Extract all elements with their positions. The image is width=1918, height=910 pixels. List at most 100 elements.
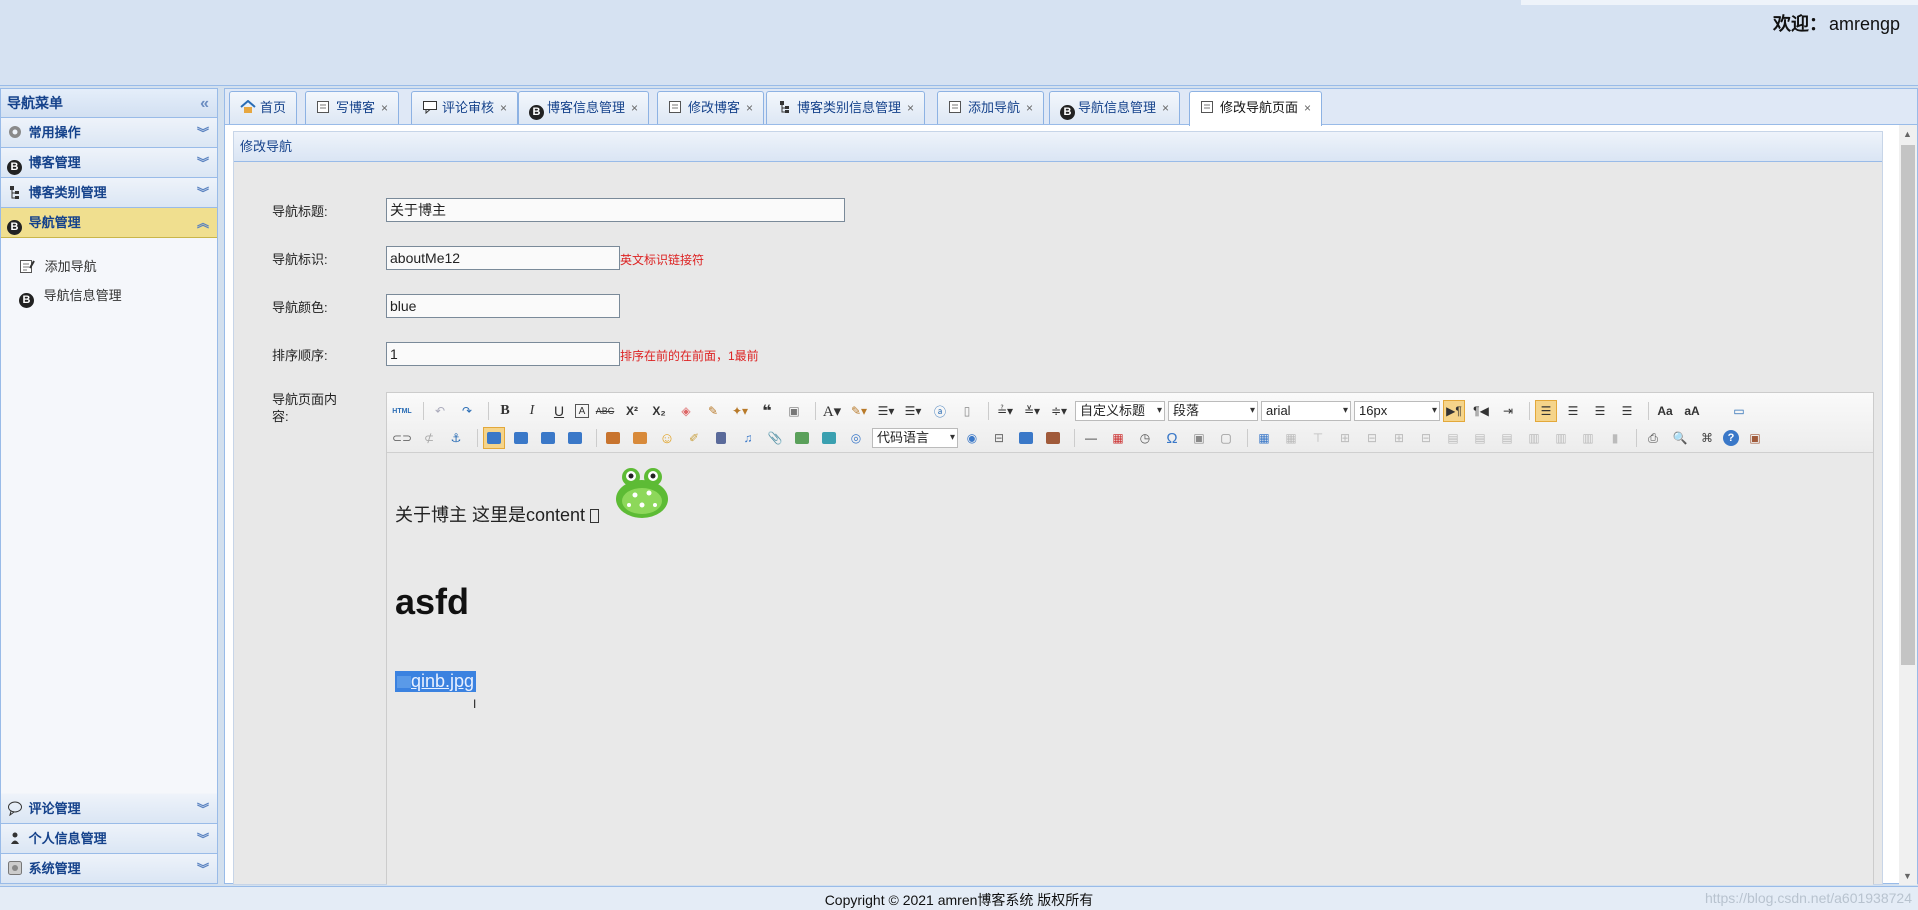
indent-icon[interactable]: ⇥ [1497,400,1519,422]
paragraph-select[interactable]: 段落 [1168,401,1258,421]
tab-edit-blog[interactable]: 修改博客 × [657,91,765,124]
image-right-icon[interactable] [537,427,559,449]
select-all-icon[interactable]: ⓐ [929,400,951,422]
format-brush-icon[interactable]: ✎ [702,400,724,422]
background-icon[interactable] [1042,427,1064,449]
font-family-select[interactable]: arial [1261,401,1351,421]
rtl-direction-icon[interactable]: ¶◀ [1470,400,1492,422]
map-icon[interactable] [791,427,813,449]
vertical-scrollbar[interactable]: ▲ ▼ [1899,125,1917,885]
insert-image-icon[interactable] [629,427,651,449]
superscript-icon[interactable]: X² [621,400,643,422]
content-image-link[interactable]: qinb.jpg [395,671,477,692]
word-image-icon[interactable]: ▣ [1188,427,1210,449]
special-chars-icon[interactable]: Ω [1161,427,1183,449]
close-icon[interactable]: × [1026,101,1033,115]
sidebar-section-blog-category[interactable]: 博客类别管理 ︾ [1,178,217,208]
preview-icon[interactable]: 🔍 [1669,427,1691,449]
close-icon[interactable]: × [381,101,388,115]
underline-icon[interactable]: U [548,400,570,422]
collapse-sidebar-icon[interactable]: « [200,89,209,118]
font-size-select[interactable]: 16px [1354,401,1440,421]
auto-format-icon[interactable]: ✦▾ [729,400,751,422]
date-icon[interactable]: ▦ [1107,427,1129,449]
close-icon[interactable]: × [746,101,753,115]
split-cells-icon[interactable]: ▥ [1523,427,1545,449]
chart-icon[interactable]: ▮ [1604,427,1626,449]
tab-blog-info[interactable]: B 博客信息管理 × [518,91,650,124]
strikethrough-icon[interactable]: ABC [594,400,616,422]
template-icon[interactable] [1015,427,1037,449]
code-language-select[interactable]: 代码语言 [872,428,958,448]
sidebar-section-common[interactable]: 常用操作 ︾ [1,118,217,148]
tab-blog-category-info[interactable]: 博客类别信息管理 × [766,91,926,124]
page-break-icon[interactable]: ⊟ [988,427,1010,449]
order-input[interactable] [386,342,620,366]
blockquote-icon[interactable]: ❝ [756,400,778,422]
redo-icon[interactable]: ↷ [456,400,478,422]
scroll-up-icon[interactable]: ▲ [1903,129,1912,139]
font-border-icon[interactable]: A [575,404,589,418]
tab-home[interactable]: 首页 [229,91,298,124]
split-rows-icon[interactable]: ▥ [1550,427,1572,449]
align-justify-icon[interactable]: ☰ [1616,400,1638,422]
close-icon[interactable]: × [1304,101,1311,115]
sidebar-item-add-nav[interactable]: 添加导航 [1,252,217,281]
gmap-icon[interactable] [818,427,840,449]
subscript-icon[interactable]: X₂ [648,400,670,422]
ordered-list-icon[interactable]: ☰▾ [875,400,897,422]
time-icon[interactable]: ◷ [1134,427,1156,449]
align-right-icon[interactable]: ☰ [1589,400,1611,422]
search-replace-icon[interactable]: ⌘ [1696,427,1718,449]
close-icon[interactable]: × [907,101,914,115]
merge-right-icon[interactable]: ▤ [1469,427,1491,449]
custom-style-select[interactable]: 自定义标题 [1075,401,1165,421]
scroll-down-icon[interactable]: ▼ [1903,871,1912,881]
line-height-icon[interactable]: ≑▾ [1048,400,1070,422]
sidebar-section-blog[interactable]: B 博客管理 ︾ [1,148,217,178]
italic-icon[interactable]: I [521,400,543,422]
drafts-icon[interactable]: ▣ [1744,427,1766,449]
highlight-icon[interactable]: ✎▾ [848,400,870,422]
unordered-list-icon[interactable]: ☰▾ [902,400,924,422]
editor-content-area[interactable]: 关于博主 这里是content asfd qinb.jpg I [387,453,1873,885]
close-icon[interactable]: × [500,101,507,115]
split-cols-icon[interactable]: ▥ [1577,427,1599,449]
snapscreen-icon[interactable]: ▢ [1215,427,1237,449]
delete-table-icon[interactable]: ▦ [1280,427,1302,449]
bold-icon[interactable]: B [494,400,516,422]
content-paragraph[interactable]: 关于博主 这里是content [395,501,600,527]
insert-video-icon[interactable] [710,427,732,449]
tab-nav-info[interactable]: B 导航信息管理 × [1049,91,1181,124]
row-spacing-bottom-icon[interactable]: ≚▾ [1021,400,1043,422]
color-input[interactable] [386,294,620,318]
horizontal-rule-icon[interactable]: — [1080,427,1102,449]
merge-down-icon[interactable]: ▤ [1496,427,1518,449]
row-spacing-top-icon[interactable]: ≟▾ [994,400,1016,422]
content-heading[interactable]: asfd [395,581,469,623]
insert-row-icon[interactable]: ⊞ [1334,427,1356,449]
web-app-icon[interactable]: ◉ [961,427,983,449]
close-icon[interactable]: × [631,101,638,115]
anchor-icon[interactable]: ⚓ [445,427,467,449]
clear-doc-icon[interactable]: ▯ [956,400,978,422]
image-none-icon[interactable] [483,427,505,449]
sidebar-section-profile[interactable]: 个人信息管理 ︾ [1,824,217,854]
music-icon[interactable]: ♫ [737,427,759,449]
font-color-icon[interactable]: A▾ [821,400,843,422]
align-center-icon[interactable]: ☰ [1562,400,1584,422]
tab-edit-nav-page[interactable]: 修改导航页面 × [1189,91,1323,126]
title-input[interactable] [386,198,845,222]
eraser-icon[interactable]: ◈ [675,400,697,422]
help-icon[interactable]: ? [1723,430,1739,446]
ltr-direction-icon[interactable]: ▶¶ [1443,400,1465,422]
merge-cells-icon[interactable]: ▤ [1442,427,1464,449]
undo-icon[interactable]: ↶ [429,400,451,422]
link-icon[interactable]: ⊂⊃ [391,427,413,449]
sidebar-section-nav[interactable]: B 导航管理 ︽ [1,208,217,238]
delete-col-icon[interactable]: ⊟ [1415,427,1437,449]
close-icon[interactable]: × [1162,101,1169,115]
insert-table-icon[interactable]: ▦ [1253,427,1275,449]
html-source-button[interactable]: HTML [391,400,413,422]
paste-text-icon[interactable]: ▣ [783,400,805,422]
